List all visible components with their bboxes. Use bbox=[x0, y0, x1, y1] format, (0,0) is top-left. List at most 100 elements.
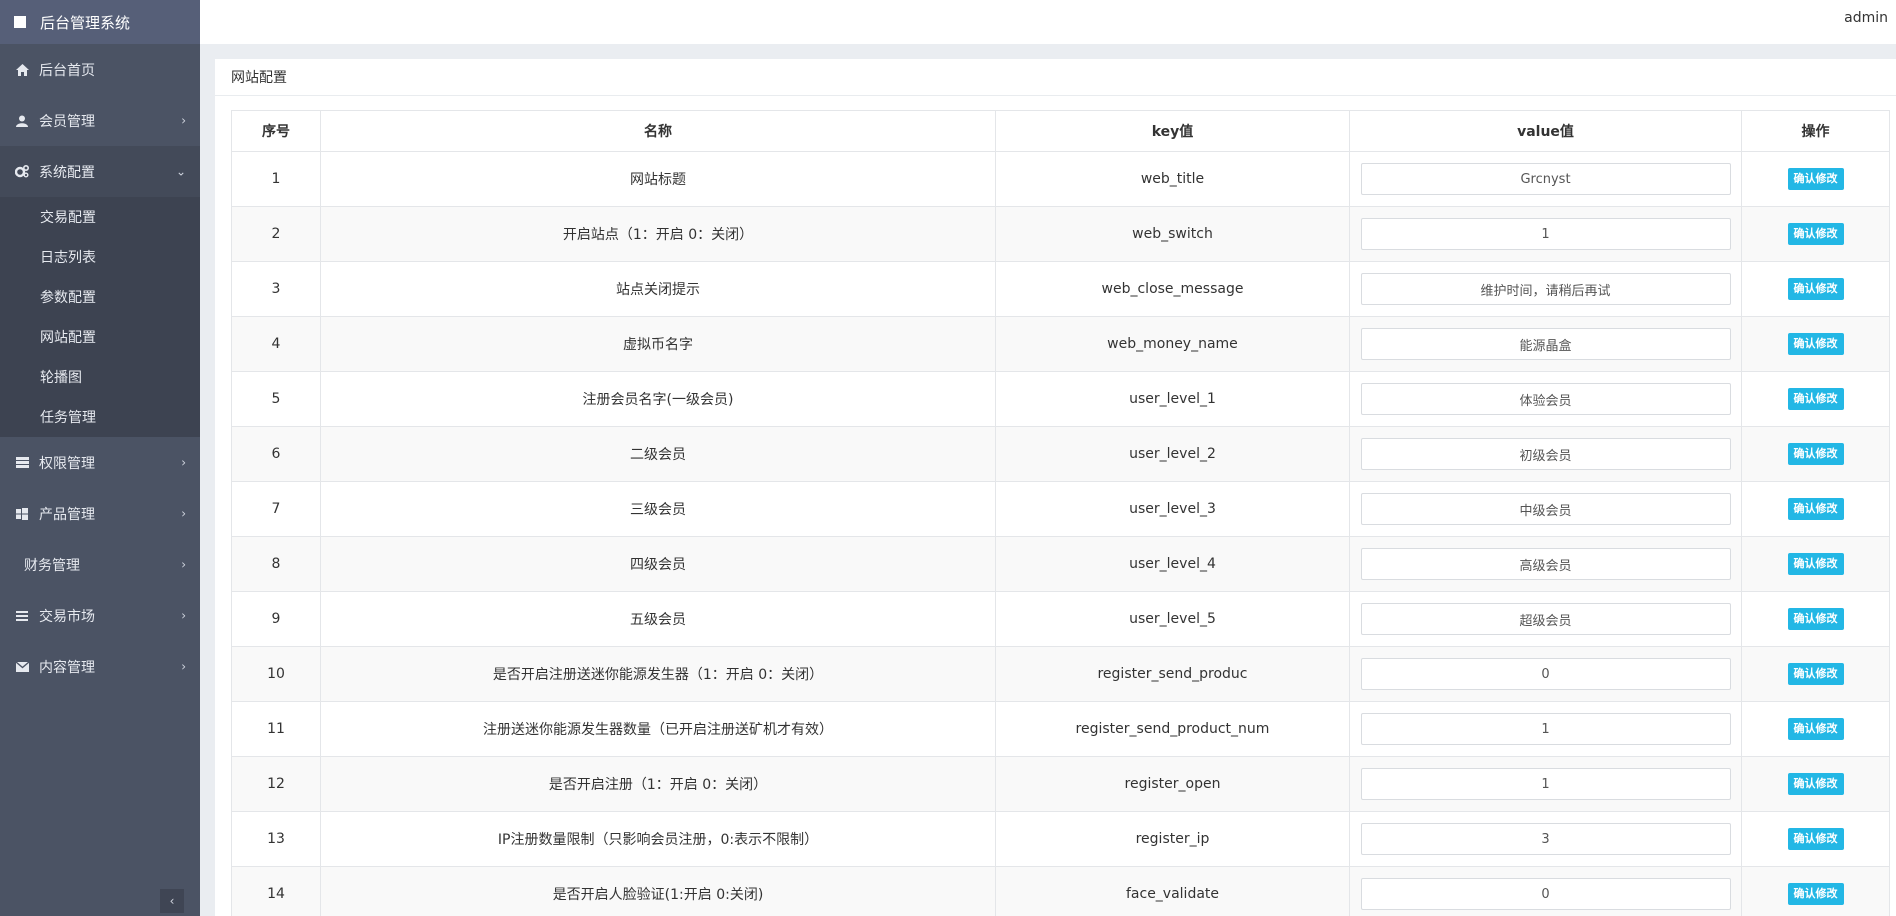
user-menu[interactable]: admin bbox=[1844, 10, 1888, 26]
confirm-edit-button[interactable]: 确认修改 bbox=[1787, 168, 1844, 190]
table-row: 9五级会员user_level_5 确认修改 bbox=[231, 591, 1890, 647]
sidebar-item-label: 内容管理 bbox=[39, 659, 95, 676]
value-input[interactable] bbox=[1360, 493, 1731, 525]
value-input[interactable] bbox=[1360, 823, 1731, 855]
column-header-id: 序号 bbox=[231, 110, 321, 152]
submenu-item-site-config[interactable]: 网站配置 bbox=[0, 317, 200, 357]
cell-key: web_switch bbox=[995, 206, 1350, 262]
sidebar-item-products[interactable]: 产品管理 › bbox=[0, 488, 200, 539]
cell-value bbox=[1349, 646, 1742, 702]
sidebar-item-label: 权限管理 bbox=[39, 455, 95, 472]
cell-value bbox=[1349, 866, 1742, 916]
confirm-edit-button[interactable]: 确认修改 bbox=[1787, 443, 1844, 465]
confirm-edit-button[interactable]: 确认修改 bbox=[1787, 278, 1844, 300]
cell-key: register_open bbox=[995, 756, 1350, 812]
table-row: 14是否开启人脸验证(1:开启 0:关闭)face_validate 确认修改 bbox=[231, 866, 1890, 916]
cell-value bbox=[1349, 536, 1742, 592]
cell-id: 7 bbox=[231, 481, 321, 537]
confirm-edit-button[interactable]: 确认修改 bbox=[1787, 498, 1844, 520]
cell-action: 确认修改 bbox=[1741, 591, 1890, 647]
cell-id: 8 bbox=[231, 536, 321, 592]
sidebar-collapse-button[interactable]: ‹ bbox=[160, 889, 184, 913]
chevron-right-icon: › bbox=[181, 607, 186, 622]
sidebar-item-content[interactable]: 内容管理 › bbox=[0, 641, 200, 692]
value-input[interactable] bbox=[1360, 878, 1731, 910]
confirm-edit-button[interactable]: 确认修改 bbox=[1787, 608, 1844, 630]
confirm-edit-button[interactable]: 确认修改 bbox=[1787, 553, 1844, 575]
cell-name: 三级会员 bbox=[320, 481, 996, 537]
cell-key: user_level_2 bbox=[995, 426, 1350, 482]
cell-value bbox=[1349, 481, 1742, 537]
sidebar-item-finance[interactable]: 财务管理 › bbox=[0, 539, 200, 590]
confirm-edit-button[interactable]: 确认修改 bbox=[1787, 388, 1844, 410]
sidebar-item-label: 会员管理 bbox=[39, 113, 95, 130]
confirm-edit-button[interactable]: 确认修改 bbox=[1787, 883, 1844, 905]
sidebar-item-label: 产品管理 bbox=[39, 506, 95, 523]
cell-name: 是否开启注册（1：开启 0：关闭） bbox=[320, 756, 996, 812]
table-row: 13IP注册数量限制（只影响会员注册，0:表示不限制）register_ip 确认… bbox=[231, 811, 1890, 867]
sidebar-item-members[interactable]: 会员管理 › bbox=[0, 95, 200, 146]
cell-name: 是否开启注册送迷你能源发生器（1：开启 0：关闭） bbox=[320, 646, 996, 702]
cell-action: 确认修改 bbox=[1741, 701, 1890, 757]
cell-key: user_level_4 bbox=[995, 536, 1350, 592]
cell-action: 确认修改 bbox=[1741, 756, 1890, 812]
value-input[interactable] bbox=[1360, 713, 1731, 745]
submenu-item-trade-config[interactable]: 交易配置 bbox=[0, 197, 200, 237]
value-input[interactable] bbox=[1360, 658, 1731, 690]
value-input[interactable] bbox=[1360, 383, 1731, 415]
cell-id: 9 bbox=[231, 591, 321, 647]
confirm-edit-button[interactable]: 确认修改 bbox=[1787, 333, 1844, 355]
cell-action: 确认修改 bbox=[1741, 151, 1890, 207]
cell-id: 12 bbox=[231, 756, 321, 812]
table-row: 7三级会员user_level_3 确认修改 bbox=[231, 481, 1890, 537]
cell-action: 确认修改 bbox=[1741, 646, 1890, 702]
cell-action: 确认修改 bbox=[1741, 426, 1890, 482]
chevron-right-icon: › bbox=[181, 454, 186, 469]
cell-name: 二级会员 bbox=[320, 426, 996, 482]
table-row: 3站点关闭提示web_close_message 确认修改 bbox=[231, 261, 1890, 317]
cell-value bbox=[1349, 371, 1742, 427]
sidebar-item-permissions[interactable]: 权限管理 › bbox=[0, 437, 200, 488]
submenu-item-carousel[interactable]: 轮播图 bbox=[0, 357, 200, 397]
submenu-item-task-manage[interactable]: 任务管理 bbox=[0, 397, 200, 437]
value-input[interactable] bbox=[1360, 273, 1731, 305]
table-row: 11 注册送迷你能源发生器数量（已开启注册送矿机才有效） register_send… bbox=[231, 701, 1890, 757]
cell-id: 6 bbox=[231, 426, 321, 482]
submenu-item-log-list[interactable]: 日志列表 bbox=[0, 237, 200, 277]
chevron-right-icon: › bbox=[181, 556, 186, 571]
value-input[interactable] bbox=[1360, 328, 1731, 360]
chevron-right-icon: › bbox=[181, 658, 186, 673]
cell-name: 注册会员名字(一级会员) bbox=[320, 371, 996, 427]
value-input[interactable] bbox=[1360, 163, 1731, 195]
sidebar-item-system-config[interactable]: 系统配置 ⌄ bbox=[0, 146, 200, 197]
table-row: 1网站标题web_title 确认修改 bbox=[231, 151, 1890, 207]
submenu-item-param-config[interactable]: 参数配置 bbox=[0, 277, 200, 317]
confirm-edit-button[interactable]: 确认修改 bbox=[1787, 828, 1844, 850]
confirm-edit-button[interactable]: 确认修改 bbox=[1787, 223, 1844, 245]
brand: 后台管理系统 bbox=[0, 0, 200, 44]
table-row: 8四级会员user_level_4 确认修改 bbox=[231, 536, 1890, 592]
value-input[interactable] bbox=[1360, 603, 1731, 635]
cell-name: 开启站点（1：开启 0：关闭） bbox=[320, 206, 996, 262]
confirm-edit-button[interactable]: 确认修改 bbox=[1787, 663, 1844, 685]
table-header-row: 序号 名称 key值 value值 操作 bbox=[231, 110, 1890, 152]
table-row: 4虚拟币名字web_money_name 确认修改 bbox=[231, 316, 1890, 372]
chevron-right-icon: › bbox=[181, 505, 186, 520]
cell-value bbox=[1349, 426, 1742, 482]
cell-action: 确认修改 bbox=[1741, 316, 1890, 372]
sidebar-item-home[interactable]: 后台首页 bbox=[0, 44, 200, 95]
cell-action: 确认修改 bbox=[1741, 206, 1890, 262]
value-input[interactable] bbox=[1360, 438, 1731, 470]
value-input[interactable] bbox=[1360, 548, 1731, 580]
cell-id: 14 bbox=[231, 866, 321, 916]
list-icon bbox=[15, 609, 29, 623]
value-input[interactable] bbox=[1360, 768, 1731, 800]
sidebar-item-label: 财务管理 bbox=[24, 557, 80, 574]
sidebar-item-market[interactable]: 交易市场 › bbox=[0, 590, 200, 641]
confirm-edit-button[interactable]: 确认修改 bbox=[1787, 718, 1844, 740]
confirm-edit-button[interactable]: 确认修改 bbox=[1787, 773, 1844, 795]
value-input[interactable] bbox=[1360, 218, 1731, 250]
cell-name: 五级会员 bbox=[320, 591, 996, 647]
cell-key: web_close_message bbox=[995, 261, 1350, 317]
cell-value bbox=[1349, 151, 1742, 207]
